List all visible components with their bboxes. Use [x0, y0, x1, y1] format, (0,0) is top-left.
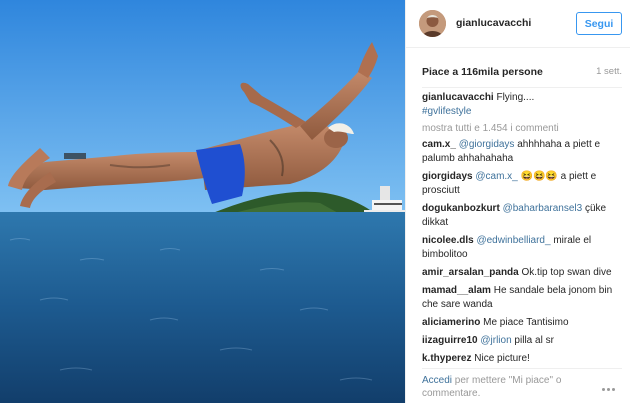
comment-text: pilla al sr	[511, 335, 554, 346]
likes-count[interactable]: Piace a 116mila persone	[422, 66, 543, 78]
more-options-icon[interactable]	[602, 383, 622, 391]
comment-username[interactable]: aliciamerino	[422, 317, 480, 328]
comment-username[interactable]: k.thyperez	[422, 353, 471, 364]
follow-button[interactable]: Segui	[576, 12, 622, 35]
post-caption: gianlucavacchi Flying.... #gvlifestyle	[422, 91, 622, 119]
avatar-image	[419, 10, 446, 37]
divider	[422, 87, 622, 88]
likes-row: Piace a 116mila persone 1 sett.	[422, 66, 622, 80]
caption-username[interactable]: gianlucavacchi	[422, 92, 494, 103]
comment-item: dogukanbozkurt @baharbaransel3 çüke dikk…	[422, 202, 622, 230]
comment-item: aliciamerino Me piace Tantisimo	[422, 316, 622, 330]
comment-username[interactable]: mamad__alam	[422, 285, 491, 296]
comment-username[interactable]: cam.x_	[422, 139, 456, 150]
comment-text: Nice picture!	[471, 353, 530, 364]
comment-item: cam.x_ @giorgidays ahhhhaha a piett e pa…	[422, 138, 622, 166]
comment-item: iizaguirre10 @jrlion pilla al sr	[422, 334, 622, 348]
avatar[interactable]	[419, 10, 446, 37]
divider	[422, 368, 622, 369]
photo-scene	[0, 0, 405, 403]
comment-item: mamad__alam He sandale bela jonom bin ch…	[422, 284, 622, 312]
post-header: gianlucavacchi Segui	[406, 0, 630, 48]
comment-mention[interactable]: @cam.x_	[475, 171, 517, 182]
caption-hashtag[interactable]: #gvlifestyle	[422, 106, 471, 117]
comment-mention[interactable]: @giorgidays	[459, 139, 515, 150]
post-sidebar: gianlucavacchi Segui Piace a 116mila per…	[405, 0, 630, 403]
comment-text: Me piace Tantisimo	[480, 317, 569, 328]
instagram-post-view: gianlucavacchi Segui Piace a 116mila per…	[0, 0, 630, 403]
comment-item: nicolee.dls @edwinbelliard_ mirale el bi…	[422, 234, 622, 262]
comment-item: k.thyperez Nice picture!	[422, 352, 622, 366]
post-photo[interactable]	[0, 0, 405, 403]
comments-list: gianlucavacchi Flying.... #gvlifestyle m…	[422, 91, 622, 367]
comment-username[interactable]: giorgidays	[422, 171, 473, 182]
comment-mention[interactable]: @jrlion	[480, 335, 511, 346]
comment-item: amir_arsalan_panda Ok.tip top swan dive	[422, 266, 622, 280]
comment-username[interactable]: iizaguirre10	[422, 335, 478, 346]
show-all-comments-link[interactable]: mostra tutti e 1.454 i commenti	[422, 122, 622, 135]
add-comment-prompt: Accedi per mettere "Mi piace" o commenta…	[422, 374, 592, 400]
post-timestamp[interactable]: 1 sett.	[596, 66, 622, 77]
login-link[interactable]: Accedi	[422, 375, 452, 386]
sea	[0, 212, 405, 403]
comment-item: giorgidays @cam.x_ 😆😆😆 a piett e prosciu…	[422, 170, 622, 198]
caption-text: Flying....	[493, 92, 535, 103]
comment-username[interactable]: amir_arsalan_panda	[422, 267, 519, 278]
comment-container: cam.x_ @giorgidays ahhhhaha a piett e pa…	[422, 138, 622, 366]
comment-mention[interactable]: @baharbaransel3	[503, 203, 583, 214]
comment-mention[interactable]: @edwinbelliard_	[476, 235, 550, 246]
comment-username[interactable]: dogukanbozkurt	[422, 203, 500, 214]
comment-text: Ok.tip top swan dive	[518, 267, 612, 278]
comment-username[interactable]: nicolee.dls	[422, 235, 474, 246]
post-author-username[interactable]: gianlucavacchi	[456, 17, 531, 29]
